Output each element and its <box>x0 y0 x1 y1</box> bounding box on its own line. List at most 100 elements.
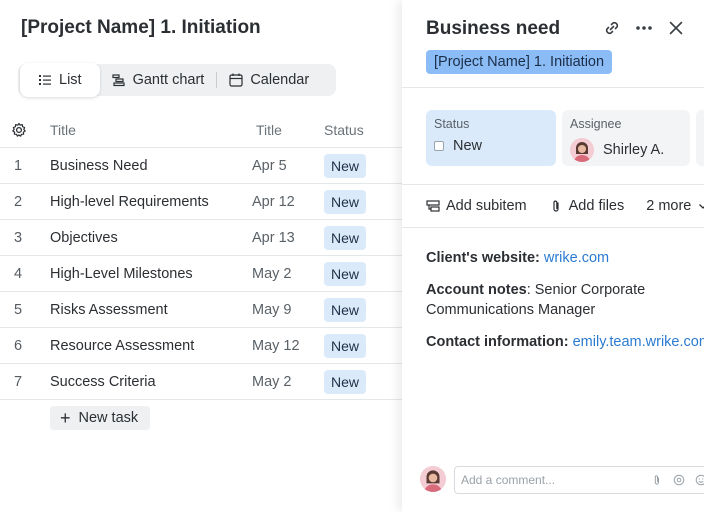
new-task-button[interactable]: + New task <box>50 406 151 430</box>
contact-link[interactable]: emily.team.wrike.com <box>573 334 704 350</box>
task-description[interactable]: Client's website: wrike.com Account note… <box>426 248 704 364</box>
column-header-date[interactable]: Title <box>256 122 282 138</box>
status-badge[interactable]: New <box>324 334 367 358</box>
notes-line: Account notes: Senior Corporate Communic… <box>426 280 704 320</box>
more-actions-dropdown[interactable]: 2 more <box>646 198 704 214</box>
tab-gantt-label: Gantt chart <box>132 72 205 88</box>
status-badge[interactable]: New <box>324 262 367 286</box>
calendar-icon <box>229 73 243 87</box>
tab-list[interactable]: List <box>20 62 100 97</box>
assignee-field[interactable]: Assignee Shirley A. <box>562 110 690 166</box>
row-date[interactable]: May 2 <box>252 266 292 282</box>
add-subitem-button[interactable]: Add subitem <box>426 198 527 214</box>
status-checkbox-icon <box>434 141 444 151</box>
table-row[interactable]: 6 Resource Assessment May 12 New <box>0 328 402 364</box>
row-date[interactable]: May 12 <box>252 338 300 354</box>
comment-area: Add a comment... <box>420 466 704 494</box>
table-row[interactable]: 7 Success Criteria May 2 New <box>0 364 402 400</box>
more-icon[interactable] <box>634 18 654 38</box>
table-row[interactable]: 4 High-Level Milestones May 2 New <box>0 256 402 292</box>
row-number: 7 <box>14 374 23 390</box>
task-rows: 1 Business Need Apr 5 New 2 High-level R… <box>0 148 402 400</box>
row-date[interactable]: May 2 <box>252 374 292 390</box>
tab-gantt-chart[interactable]: Gantt chart <box>100 64 217 96</box>
row-number: 2 <box>14 194 23 210</box>
column-header-title[interactable]: Title <box>50 122 76 138</box>
row-date[interactable]: May 9 <box>252 302 292 318</box>
attach-icon[interactable] <box>651 474 663 486</box>
mention-icon[interactable] <box>673 474 685 486</box>
status-value: New <box>453 138 483 154</box>
add-subitem-label: Add subitem <box>446 198 527 214</box>
row-date[interactable]: Apr 12 <box>252 194 295 210</box>
website-line: Client's website: wrike.com <box>426 248 704 268</box>
contact-line: Contact information: emily.team.wrike.co… <box>426 332 704 352</box>
project-title: [Project Name] 1. Initiation <box>21 17 261 38</box>
row-title[interactable]: Risks Assessment <box>50 302 168 318</box>
tab-calendar[interactable]: Calendar <box>217 64 321 96</box>
website-label: Client's website: <box>426 250 540 266</box>
emoji-icon[interactable] <box>695 474 704 486</box>
row-title[interactable]: Success Criteria <box>50 374 156 390</box>
assignee-value: Shirley A. <box>603 142 665 158</box>
divider <box>402 87 704 88</box>
task-title[interactable]: Business need <box>426 18 560 40</box>
extra-field[interactable] <box>696 110 704 166</box>
table-header: Title Title Status <box>0 112 402 148</box>
plus-icon: + <box>60 408 71 428</box>
contact-label: Contact information: <box>426 334 569 350</box>
table-row[interactable]: 3 Objectives Apr 13 New <box>0 220 402 256</box>
assignee-label: Assignee <box>570 117 622 131</box>
task-list-pane: [Project Name] 1. Initiation List Gantt … <box>0 0 402 512</box>
row-title[interactable]: High-level Requirements <box>50 194 209 210</box>
comment-input[interactable]: Add a comment... <box>454 466 704 494</box>
gear-icon[interactable] <box>11 122 27 138</box>
status-label: Status <box>434 117 470 131</box>
avatar <box>570 138 594 162</box>
new-task-label: New task <box>78 410 139 426</box>
notes-label: Account notes <box>426 282 527 298</box>
add-files-button[interactable]: Add files <box>549 198 624 214</box>
row-date[interactable]: Apr 13 <box>252 230 295 246</box>
status-badge[interactable]: New <box>324 154 367 178</box>
comment-placeholder: Add a comment... <box>461 473 556 487</box>
list-icon <box>39 74 51 85</box>
status-field[interactable]: Status New <box>426 110 556 166</box>
row-title[interactable]: Objectives <box>50 230 118 246</box>
column-header-status[interactable]: Status <box>324 122 364 138</box>
task-detail-pane: Business need [Project Name] 1. Initiati… <box>402 0 704 512</box>
status-badge[interactable]: New <box>324 190 367 214</box>
tab-list-label: List <box>59 71 82 88</box>
row-title[interactable]: Resource Assessment <box>50 338 194 354</box>
status-badge[interactable]: New <box>324 298 367 322</box>
paperclip-icon <box>553 200 559 212</box>
row-date[interactable]: Apr 5 <box>252 158 287 174</box>
project-chip[interactable]: [Project Name] 1. Initiation <box>426 50 613 74</box>
task-actions: Add subitem Add files 2 more <box>426 196 704 216</box>
row-number: 3 <box>14 230 23 246</box>
divider <box>402 227 704 228</box>
row-title[interactable]: High-Level Milestones <box>50 266 193 282</box>
link-icon[interactable] <box>602 18 622 38</box>
table-row[interactable]: 2 High-level Requirements Apr 12 New <box>0 184 402 220</box>
status-badge[interactable]: New <box>324 226 367 250</box>
table-row[interactable]: 1 Business Need Apr 5 New <box>0 148 402 184</box>
gantt-icon <box>111 74 125 87</box>
website-link[interactable]: wrike.com <box>544 250 609 266</box>
subitem-icon <box>426 200 440 212</box>
row-number: 4 <box>14 266 23 282</box>
row-title[interactable]: Business Need <box>50 158 148 174</box>
view-switcher: List Gantt chart Calendar <box>18 62 336 97</box>
more-actions-label: 2 more <box>646 198 692 214</box>
table-row[interactable]: 5 Risks Assessment May 9 New <box>0 292 402 328</box>
row-number: 5 <box>14 302 23 318</box>
row-number: 1 <box>14 158 23 174</box>
row-number: 6 <box>14 338 23 354</box>
person-avatar-icon <box>420 466 446 492</box>
avatar <box>420 466 446 492</box>
divider <box>402 184 704 185</box>
close-icon[interactable] <box>666 18 686 38</box>
chevron-down-icon <box>699 204 704 209</box>
person-avatar-icon <box>570 138 594 162</box>
status-badge[interactable]: New <box>324 370 367 394</box>
